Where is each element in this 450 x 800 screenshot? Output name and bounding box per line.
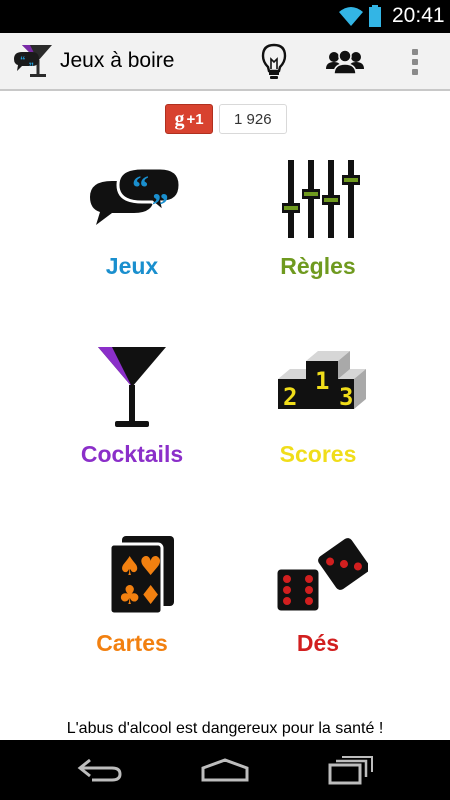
navigation-bar	[0, 740, 450, 800]
svg-text:1: 1	[315, 367, 329, 395]
tile-cartes[interactable]: ♠ ♥ ♣ ♦ Cartes	[32, 532, 232, 682]
home-icon	[201, 758, 249, 782]
lightbulb-icon	[261, 43, 287, 79]
svg-text:♠: ♠	[118, 552, 141, 582]
back-button[interactable]	[70, 752, 130, 788]
app-title: Jeux à boire	[60, 49, 175, 72]
alcohol-warning: L'abus d'alcool est dangereux pour la sa…	[66, 720, 384, 737]
tile-label-scores: Scores	[279, 441, 357, 467]
recent-apps-icon	[328, 756, 373, 785]
back-icon	[77, 758, 122, 782]
group-icon	[326, 49, 364, 75]
home-button[interactable]	[195, 752, 255, 788]
playing-cards-icon: ♠ ♥ ♣ ♦	[108, 536, 174, 616]
speech-bubbles-icon: “ „	[90, 166, 182, 225]
players-button[interactable]	[322, 41, 368, 83]
tile-label-cartes: Cartes	[96, 630, 168, 656]
plus-one-label: +1	[186, 110, 204, 128]
tile-scores[interactable]: 1 2 3 Scores	[218, 343, 418, 493]
google-plus-one: g +1 1 926	[165, 104, 287, 134]
battery-icon	[369, 5, 381, 27]
svg-text:2: 2	[283, 383, 297, 411]
tile-label-cocktails: Cocktails	[80, 441, 184, 467]
tile-label-jeux: Jeux	[105, 253, 159, 279]
svg-text:♣: ♣	[118, 581, 141, 611]
action-bar: “ „ Jeux à boire	[0, 33, 450, 91]
dice-icon	[274, 538, 368, 614]
tile-regles[interactable]: Règles	[218, 155, 418, 305]
status-time: 20:41	[392, 4, 445, 27]
wifi-icon	[339, 7, 363, 26]
sliders-icon	[282, 160, 360, 238]
svg-text:3: 3	[339, 383, 353, 411]
tile-label-regles: Règles	[280, 253, 356, 279]
svg-text:“ „: “ „	[20, 55, 34, 67]
google-plus-g: g	[174, 107, 185, 130]
svg-text:„: „	[152, 170, 169, 207]
overflow-menu-icon	[412, 47, 418, 77]
tile-cocktails[interactable]: Cocktails	[32, 343, 232, 493]
plus-one-count: 1 926	[219, 104, 287, 134]
tile-des[interactable]: Dés	[218, 532, 418, 682]
status-bar: 20:41	[0, 0, 450, 33]
svg-text:♦: ♦	[139, 581, 162, 611]
svg-text:♥: ♥	[139, 552, 162, 582]
tile-label-des: Dés	[296, 630, 340, 656]
svg-text:“: “	[132, 170, 149, 207]
podium-icon: 1 2 3	[278, 351, 366, 411]
cocktail-glass-icon	[98, 347, 166, 427]
overflow-menu-button[interactable]	[400, 41, 430, 83]
app-logo-icon[interactable]: “ „	[12, 43, 54, 81]
tips-button[interactable]	[256, 41, 292, 83]
plus-one-button[interactable]: g +1	[165, 104, 213, 134]
recent-apps-button[interactable]	[320, 752, 380, 788]
tile-jeux[interactable]: “ „ Jeux	[32, 155, 232, 305]
